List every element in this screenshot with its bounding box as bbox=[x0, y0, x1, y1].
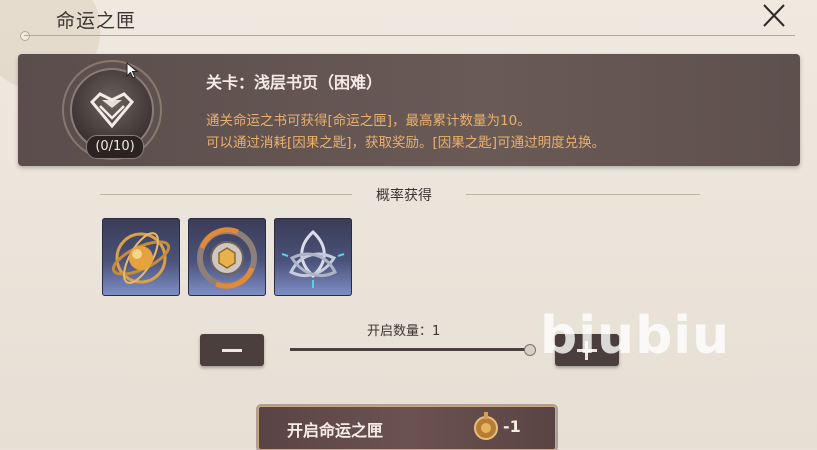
probability-header: 概率获得 bbox=[100, 182, 700, 206]
quantity-slider[interactable] bbox=[290, 348, 530, 351]
title-ornament bbox=[20, 31, 30, 41]
reward-item-golden-orb[interactable] bbox=[102, 218, 180, 296]
quantity-slider-thumb[interactable] bbox=[524, 344, 536, 356]
reward-item-crystal-knot[interactable] bbox=[274, 218, 352, 296]
stage-label: 关卡：浅层书页（困难） bbox=[206, 73, 383, 92]
golden-orb-icon bbox=[111, 232, 171, 284]
quantity-label: 开启数量：1 bbox=[367, 324, 441, 339]
divider-left bbox=[100, 194, 352, 195]
box-count-badge: (0/10) bbox=[86, 135, 144, 159]
description-line: 可以通过消耗[因果之匙]，获取奖励。[因果之匙]可通过明度兑换。 bbox=[206, 135, 606, 151]
key-coin-icon bbox=[474, 412, 498, 440]
coin-cycle-icon bbox=[197, 227, 257, 289]
stage-description: 通关命运之书可获得[命运之匣]，最高累计数量为10。 可以通过消耗[因果之匙]，… bbox=[206, 110, 796, 154]
description-line: 通关命运之书可获得[命运之匣]，最高累计数量为10。 bbox=[206, 113, 531, 129]
watermark: biubiu bbox=[540, 306, 731, 366]
close-icon bbox=[763, 4, 785, 27]
open-box-label: 开启命运之匣 bbox=[287, 421, 384, 440]
divider-right bbox=[466, 194, 700, 195]
close-button[interactable] bbox=[758, 2, 790, 30]
mouse-cursor-icon bbox=[126, 62, 139, 79]
open-box-cost: -1 bbox=[503, 417, 521, 436]
title-divider bbox=[24, 35, 795, 36]
decrease-quantity-button[interactable] bbox=[200, 334, 264, 366]
probability-title: 概率获得 bbox=[376, 188, 432, 204]
reward-item-coin-cycle[interactable] bbox=[188, 218, 266, 296]
window-title: 命运之匣 bbox=[56, 10, 137, 32]
crystal-knot-icon bbox=[281, 229, 345, 288]
open-box-button[interactable]: 开启命运之匣 -1 bbox=[258, 406, 556, 450]
